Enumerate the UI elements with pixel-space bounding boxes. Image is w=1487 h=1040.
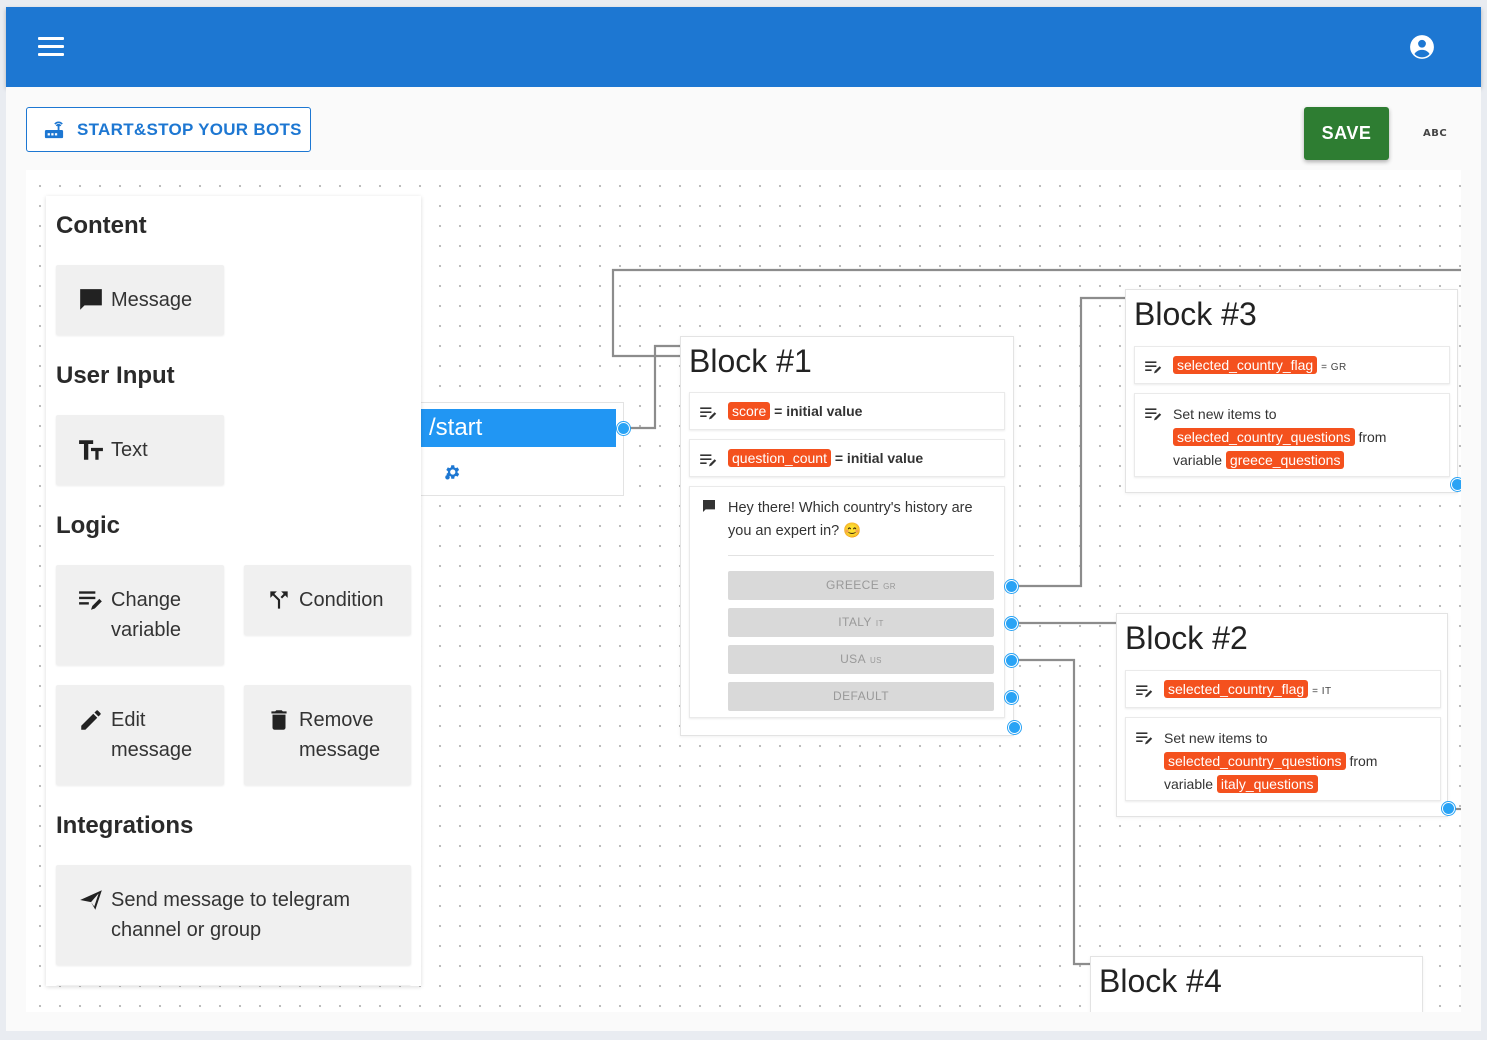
italy-output-port[interactable]	[1005, 617, 1018, 630]
app-bar	[6, 7, 1481, 87]
block-1-output-port[interactable]	[1008, 721, 1021, 734]
palette-text-label: Text	[111, 439, 148, 461]
flow-canvas[interactable]: /start Block #1 score = initial value qu…	[26, 170, 1461, 1012]
target-variable-chip: selected_country_questions	[1173, 428, 1355, 446]
block-2[interactable]: Block #2 selected_country_flag = IT Set …	[1116, 613, 1448, 817]
source-variable-chip: greece_questions	[1225, 451, 1345, 469]
variable-label: variable	[1173, 452, 1223, 468]
call-split-icon	[270, 591, 288, 609]
block-1-title: Block #1	[689, 343, 812, 379]
choice-italy[interactable]: ITALY IT	[728, 608, 994, 637]
change-variable-icon	[1136, 685, 1153, 698]
content-heading: Content	[56, 212, 147, 239]
pencil-icon	[81, 710, 101, 730]
target-variable-chip: selected_country_questions	[1164, 752, 1346, 770]
variable-label: variable	[1164, 776, 1214, 792]
palette-send-telegram-label: Send message to telegram channel or group	[111, 889, 351, 941]
question-count-assignment: = initial value	[834, 450, 924, 466]
block-3[interactable]: Block #3 selected_country_flag = GR Set …	[1125, 289, 1458, 493]
block-2-output-port[interactable]	[1442, 802, 1455, 815]
greece-output-port[interactable]	[1005, 580, 1018, 593]
flag-value: = IT	[1312, 686, 1332, 697]
palette-condition[interactable]: Condition	[244, 565, 411, 635]
block-3-set-items-row[interactable]: Set new items to selected_country_questi…	[1134, 393, 1450, 477]
wire-greece-to-block3	[1011, 296, 1126, 588]
palette-message[interactable]: Message	[56, 265, 224, 335]
block-1-message-line2: you an expert in? 😊	[728, 523, 862, 539]
text-fields-icon	[79, 440, 103, 460]
palette-text[interactable]: Text	[56, 415, 224, 485]
flag-value: = GR	[1321, 362, 1347, 373]
score-assignment: = initial value	[774, 403, 863, 419]
start-stop-bots-button[interactable]: START&STOP YOUR BOTS	[26, 107, 311, 152]
start-command-bar[interactable]: /start	[419, 409, 616, 447]
save-button[interactable]: SAVE	[1304, 107, 1389, 160]
block-1[interactable]: Block #1 score = initial value question_…	[680, 336, 1014, 736]
account-circle-icon[interactable]	[1409, 34, 1435, 60]
trash-icon	[271, 710, 287, 730]
palette-edit-message-label: Edit message	[111, 709, 193, 761]
choice-default[interactable]: DEFAULT	[728, 682, 994, 711]
start-output-port[interactable]	[617, 422, 630, 435]
from-label: from	[1358, 429, 1387, 445]
change-variable-icon	[700, 454, 717, 467]
menu-icon[interactable]	[38, 37, 64, 57]
palette-remove-message-label: Remove message	[299, 709, 381, 761]
palette-next-item[interactable]	[56, 985, 411, 986]
selected-country-flag-chip: selected_country_flag	[1164, 680, 1309, 698]
block-4-title: Block #4	[1099, 963, 1222, 999]
choice-greece[interactable]: GREECE GR	[728, 571, 994, 600]
start-node[interactable]: /start	[418, 402, 624, 496]
palette-remove-message[interactable]: Remove message	[244, 685, 411, 785]
wire-usa-to-block4	[1011, 658, 1091, 966]
default-output-port[interactable]	[1005, 691, 1018, 704]
message-icon	[80, 289, 102, 310]
settings-gear-icon[interactable]	[443, 463, 461, 481]
question-count-variable-chip: question_count	[728, 449, 831, 467]
integrations-heading: Integrations	[56, 812, 194, 839]
block-1-message-row[interactable]: Hey there! Which country's history are y…	[689, 486, 1005, 718]
change-variable-icon	[1145, 361, 1162, 374]
palette-condition-label: Condition	[299, 589, 384, 611]
block-2-title: Block #2	[1125, 620, 1248, 656]
palette-send-telegram[interactable]: Send message to telegram channel or group	[56, 865, 411, 965]
block-3-output-port[interactable]	[1451, 478, 1461, 491]
set-items-label: Set new items to	[1173, 406, 1277, 422]
block-4[interactable]: Block #4	[1090, 956, 1423, 1012]
start-stop-bots-label: START&STOP YOUR BOTS	[77, 119, 302, 139]
block-palette: Content Message User Input Text Logic Ch…	[46, 196, 421, 986]
choice-usa[interactable]: USA US	[728, 645, 994, 674]
block-1-score-variable-row[interactable]: score = initial value	[689, 392, 1005, 430]
router-icon	[44, 121, 64, 138]
block-2-set-items-row[interactable]: Set new items to selected_country_questi…	[1125, 717, 1441, 801]
block-1-question-count-row[interactable]: question_count = initial value	[689, 439, 1005, 477]
user-input-heading: User Input	[56, 362, 175, 389]
change-variable-icon	[1145, 408, 1162, 421]
usa-output-port[interactable]	[1005, 654, 1018, 667]
block-3-flag-row[interactable]: selected_country_flag = GR	[1134, 346, 1450, 384]
change-variable-icon	[700, 407, 717, 420]
block-2-flag-row[interactable]: selected_country_flag = IT	[1125, 670, 1441, 708]
source-variable-chip: italy_questions	[1216, 775, 1318, 793]
palette-message-label: Message	[111, 289, 193, 311]
change-variable-icon	[1136, 732, 1153, 745]
block-1-message-line1: Hey there! Which country's history are	[728, 500, 973, 516]
abc-toggle[interactable]: ABC	[1423, 128, 1447, 139]
palette-edit-message[interactable]: Edit message	[56, 685, 224, 785]
logic-heading: Logic	[56, 512, 120, 539]
send-icon	[80, 890, 102, 910]
set-items-label: Set new items to	[1164, 730, 1268, 746]
palette-change-variable-label: Change variable	[111, 589, 182, 641]
wire-start-to-block1	[623, 344, 682, 430]
palette-change-variable[interactable]: Change variable	[56, 565, 224, 665]
divider	[728, 555, 994, 556]
selected-country-flag-chip: selected_country_flag	[1173, 356, 1318, 374]
from-label: from	[1349, 753, 1378, 769]
block-3-title: Block #3	[1134, 296, 1257, 332]
score-variable-chip: score	[728, 402, 771, 420]
message-icon	[703, 500, 715, 512]
change-variable-icon	[79, 591, 102, 610]
